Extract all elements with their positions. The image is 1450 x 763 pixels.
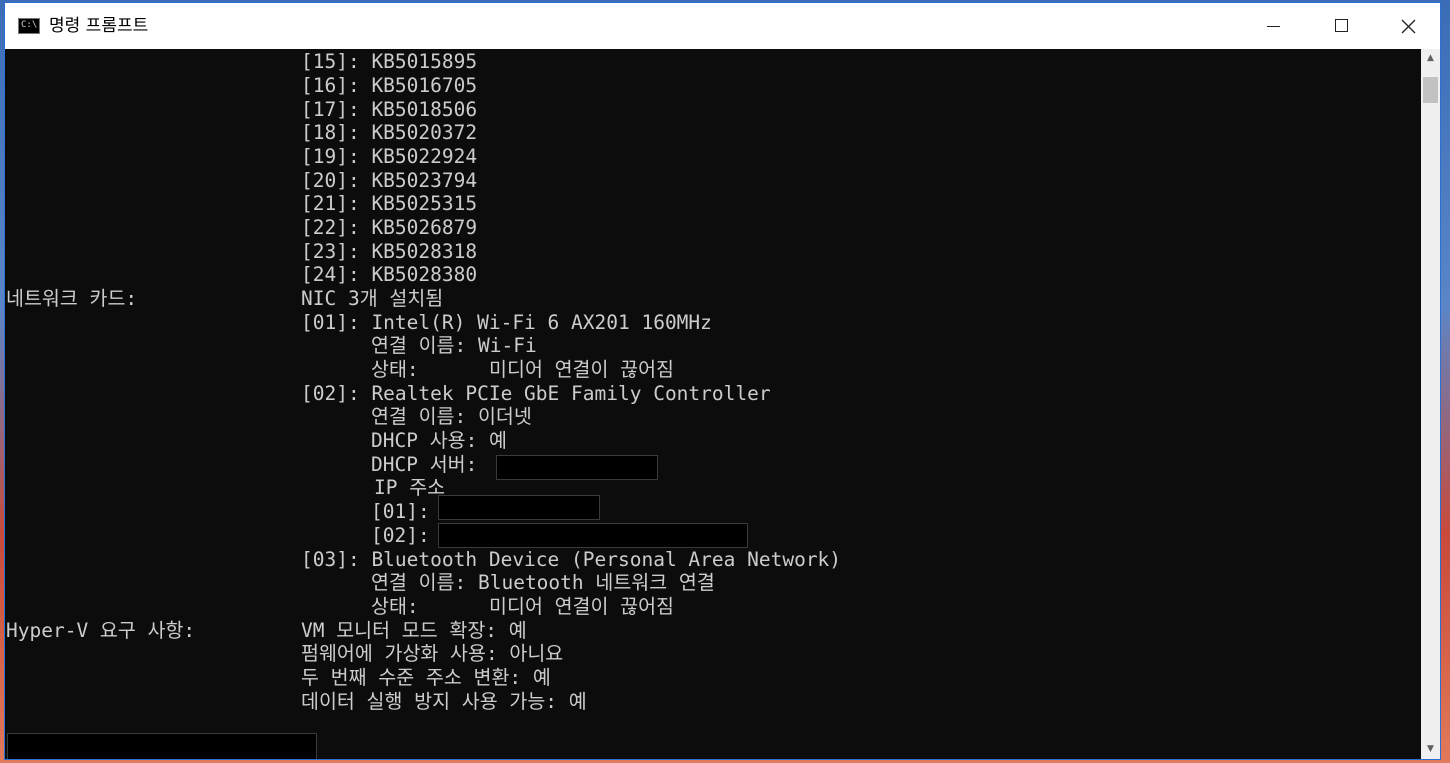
network-label: 네트워크 카드:	[6, 287, 138, 310]
minimize-icon	[1267, 26, 1280, 27]
nic3-connection: 연결 이름: Bluetooth 네트워크 연결	[371, 571, 715, 594]
nic2-ip1: [01]:	[371, 500, 430, 523]
hotfix-line: [21]: KB5025315	[301, 192, 478, 215]
scroll-thumb[interactable]	[1423, 77, 1438, 103]
nic2-dhcp: DHCP 사용: 예	[371, 429, 507, 452]
hyperv-line: 펌웨어에 가상화 사용: 아니요	[301, 642, 564, 665]
nic1-status: 상태: 미디어 연결이 끊어짐	[371, 358, 675, 381]
nic2-header: [02]: Realtek PCIe GbE Family Controller	[301, 382, 771, 405]
hotfix-line: [17]: KB5018506	[301, 98, 478, 121]
window-title: 명령 프롬프트	[49, 16, 149, 36]
hyperv-line: 데이터 실행 방지 사용 가능: 예	[301, 690, 587, 713]
nic2-ip-label: IP 주소	[374, 476, 446, 499]
redacted-box	[496, 455, 658, 480]
cmd-icon-text: C:\	[21, 20, 38, 30]
title-bar[interactable]: C:\ 명령 프롬프트	[5, 3, 1440, 49]
hyperv-label: Hyper-V 요구 사항:	[6, 619, 196, 642]
nic3-status: 상태: 미디어 연결이 끊어짐	[371, 595, 675, 618]
hyperv-line: VM 모니터 모드 확장: 예	[301, 619, 527, 642]
nic1-header: [01]: Intel(R) Wi-Fi 6 AX201 160MHz	[301, 311, 712, 334]
nic1-connection: 연결 이름: Wi-Fi	[371, 334, 537, 357]
command-prompt-window: C:\ 명령 프롬프트 [15]: KB5015895 [16]: KB5016…	[4, 2, 1441, 760]
hotfix-line: [18]: KB5020372	[301, 121, 478, 144]
nic2-connection: 연결 이름: 이더넷	[371, 405, 532, 428]
vertical-scrollbar[interactable]: ▲ ▼	[1421, 49, 1440, 759]
network-value: NIC 3개 설치됨	[301, 287, 444, 310]
maximize-icon	[1335, 19, 1348, 32]
close-button[interactable]	[1375, 3, 1441, 49]
hotfix-line: [19]: KB5022924	[301, 145, 478, 168]
hotfix-line: [20]: KB5023794	[301, 169, 478, 192]
redacted-prompt	[7, 733, 317, 759]
hotfix-line: [24]: KB5028380	[301, 263, 478, 286]
nic2-ip2: [02]:	[371, 524, 430, 547]
chevron-up-icon: ▲	[1427, 53, 1434, 63]
minimize-button[interactable]	[1240, 3, 1306, 49]
maximize-button[interactable]	[1308, 3, 1374, 49]
scroll-down-button[interactable]: ▼	[1421, 740, 1440, 759]
close-icon	[1401, 19, 1416, 34]
hyperv-line: 두 번째 수준 주소 변환: 예	[301, 666, 551, 689]
hotfix-line: [23]: KB5028318	[301, 240, 478, 263]
nic3-header: [03]: Bluetooth Device (Personal Area Ne…	[301, 548, 842, 571]
hotfix-line: [22]: KB5026879	[301, 216, 478, 239]
nic2-dhcp-server: DHCP 서버:	[371, 453, 478, 476]
redacted-box	[438, 495, 600, 520]
cmd-icon[interactable]: C:\	[18, 18, 40, 34]
hotfix-line: [15]: KB5015895	[301, 50, 478, 73]
hotfix-line: [16]: KB5016705	[301, 74, 478, 97]
chevron-down-icon: ▼	[1427, 744, 1434, 754]
redacted-box	[438, 523, 748, 548]
scroll-up-button[interactable]: ▲	[1421, 49, 1440, 68]
console-output[interactable]: [15]: KB5015895 [16]: KB5016705 [17]: KB…	[5, 49, 1421, 759]
